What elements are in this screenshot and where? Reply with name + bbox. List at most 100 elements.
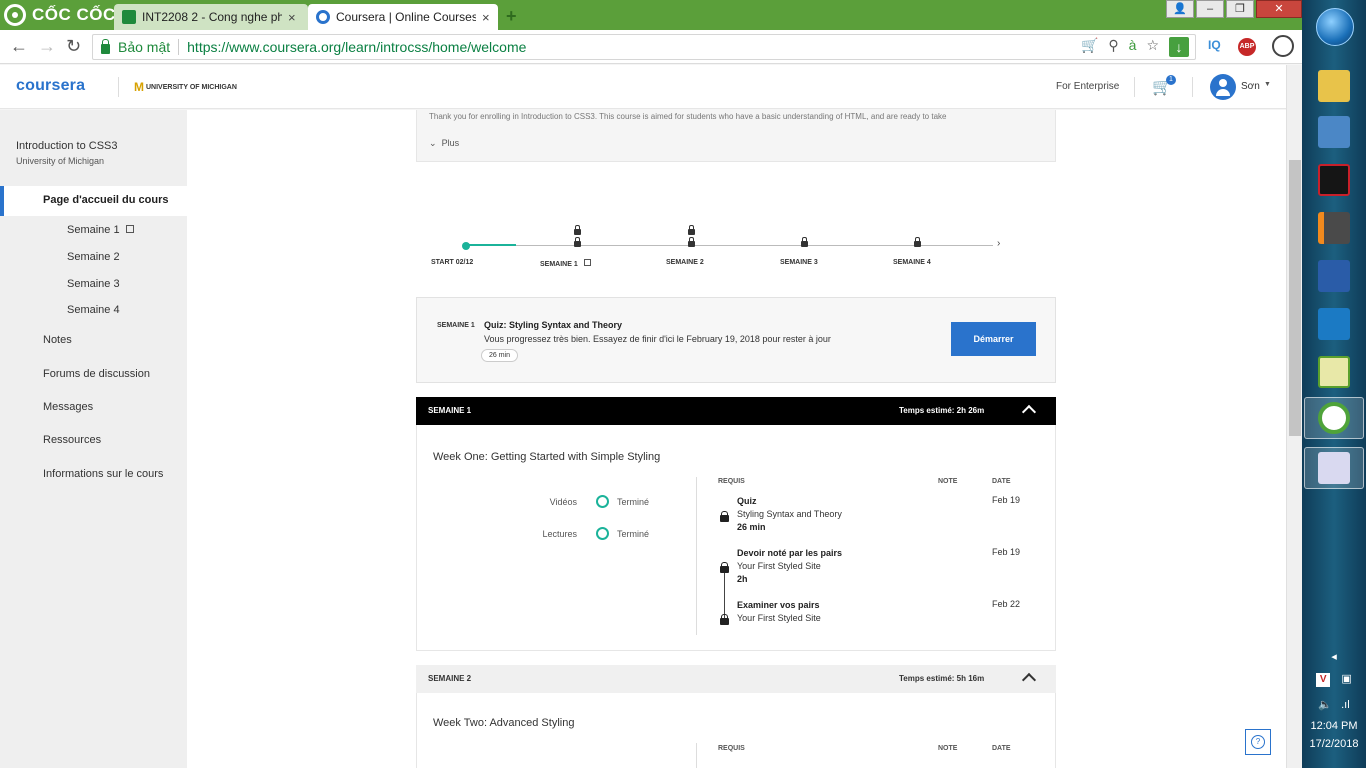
adblock-icon[interactable]: ABP bbox=[1238, 38, 1256, 56]
network-signal-icon[interactable]: .ıl bbox=[1341, 699, 1350, 711]
clock-date[interactable]: 17/2/2018 bbox=[1302, 738, 1366, 750]
tray-apps: V ▣ bbox=[1302, 672, 1366, 687]
column-date: DATE bbox=[992, 745, 1011, 752]
restore-icon[interactable]: ❐ bbox=[1226, 0, 1254, 18]
sidebar-item-week-2[interactable]: Semaine 2 bbox=[67, 251, 120, 263]
close-icon[interactable]: × bbox=[482, 10, 490, 25]
computer-icon[interactable] bbox=[1318, 116, 1350, 148]
sidebar-item-forums[interactable]: Forums de discussion bbox=[43, 368, 150, 380]
windows-start-icon[interactable] bbox=[1316, 8, 1354, 46]
tray-system: 🔈 .ıl bbox=[1302, 698, 1366, 711]
shopping-cart-icon[interactable]: 🛒 bbox=[1081, 37, 1098, 57]
sidebar-item-messages[interactable]: Messages bbox=[43, 401, 93, 413]
translate-icon[interactable]: à bbox=[1129, 37, 1137, 57]
coursera-favicon-icon bbox=[316, 10, 330, 24]
requirement-peer-assignment[interactable]: Devoir noté par les pairs Your First Sty… bbox=[737, 548, 842, 584]
week-2-header[interactable]: SEMAINE 2 Temps estimé: 5h 16m bbox=[416, 665, 1056, 693]
notepadpp-icon[interactable] bbox=[1318, 356, 1350, 388]
lock-icon bbox=[801, 237, 808, 247]
lock-icon bbox=[688, 237, 695, 247]
sidebar-item-course-info[interactable]: Informations sur le cours bbox=[43, 468, 163, 480]
tab-coursera[interactable]: Coursera | Online Courses × bbox=[308, 4, 498, 30]
coursera-logo[interactable]: coursera bbox=[16, 77, 85, 95]
zoom-icon[interactable]: ⚲ bbox=[1108, 37, 1118, 57]
sidebar-item-week-4[interactable]: Semaine 4 bbox=[67, 304, 120, 316]
page-scrollbar[interactable] bbox=[1286, 65, 1302, 768]
timeline-start-label: START 02/12 bbox=[431, 259, 474, 266]
device-icon[interactable]: ▣ bbox=[1341, 673, 1351, 685]
timeline-week-4[interactable]: SEMAINE 4 bbox=[893, 259, 931, 266]
calendar-icon bbox=[583, 259, 591, 266]
paint-icon[interactable] bbox=[1318, 452, 1350, 484]
requirement-quiz[interactable]: Quiz Styling Syntax and Theory 26 min bbox=[737, 496, 842, 532]
timeline-start-dot bbox=[462, 242, 470, 250]
week-2-title: Week Two: Advanced Styling bbox=[433, 717, 575, 729]
reload-icon[interactable]: ↻ bbox=[66, 36, 81, 57]
week-2-body: Week Two: Advanced Styling REQUIS NOTE D… bbox=[416, 693, 1056, 768]
course-university: University of Michigan bbox=[16, 156, 105, 166]
tab-sheets[interactable]: INT2208 2 - Cong nghe ph × bbox=[114, 4, 308, 30]
sublime-text-icon[interactable] bbox=[1318, 212, 1350, 244]
lock-icon bbox=[720, 511, 729, 522]
show-more-link[interactable]: ⌄ Plus bbox=[429, 138, 459, 149]
course-title[interactable]: Introduction to CSS3 bbox=[16, 140, 118, 152]
address-toolbar: ← → ↻ Bảo mật https://www.coursera.org/l… bbox=[0, 30, 1302, 64]
window-close-icon[interactable]: ✕ bbox=[1256, 0, 1302, 18]
tray-expand-icon[interactable]: ◂ bbox=[1302, 650, 1366, 663]
sidebar-item-notes[interactable]: Notes bbox=[43, 334, 72, 346]
sidebar-item-home[interactable]: Page d'accueil du cours bbox=[0, 186, 187, 216]
chevron-down-icon: ⌄ bbox=[429, 138, 437, 148]
michigan-m-icon: M bbox=[134, 80, 144, 94]
vivaldi-icon[interactable]: V bbox=[1316, 673, 1331, 687]
sidebar-item-week-3[interactable]: Semaine 3 bbox=[67, 278, 120, 290]
vscode-icon[interactable] bbox=[1318, 308, 1350, 340]
url-text: https://www.coursera.org/learn/introcss/… bbox=[187, 39, 527, 55]
timeline-week-1[interactable]: SEMAINE 1 bbox=[540, 259, 591, 268]
url-input[interactable]: Bảo mật https://www.coursera.org/learn/i… bbox=[92, 34, 1196, 60]
scroll-thumb[interactable] bbox=[1289, 160, 1301, 436]
timeline-week-3[interactable]: SEMAINE 3 bbox=[780, 259, 818, 266]
timeline-next-icon[interactable]: › bbox=[997, 238, 1000, 249]
clock-time[interactable]: 12:04 PM bbox=[1302, 720, 1366, 732]
sidebar-item-week-1[interactable]: Semaine 1 bbox=[67, 224, 134, 236]
lock-icon bbox=[720, 614, 729, 625]
iq-extension-icon[interactable]: IQ bbox=[1208, 38, 1221, 52]
chevron-up-icon[interactable] bbox=[1021, 404, 1037, 420]
back-arrow-icon[interactable]: ← bbox=[10, 36, 28, 57]
help-button[interactable]: ? bbox=[1245, 729, 1271, 755]
garena-icon[interactable] bbox=[1318, 164, 1350, 196]
next-up-title[interactable]: Quiz: Styling Syntax and Theory bbox=[484, 320, 622, 330]
sidebar-item-resources[interactable]: Ressources bbox=[43, 434, 101, 446]
week-1-title: Week One: Getting Started with Simple St… bbox=[433, 451, 661, 463]
duration-pill: 26 min bbox=[481, 349, 519, 362]
lock-icon bbox=[574, 225, 581, 235]
coccoc-app-icon[interactable] bbox=[1318, 402, 1350, 434]
week-1-body: Week One: Getting Started with Simple St… bbox=[416, 425, 1056, 651]
star-icon[interactable]: ☆ bbox=[1146, 37, 1159, 57]
next-up-week: SEMAINE 1 bbox=[437, 322, 475, 329]
timeline-week-2[interactable]: SEMAINE 2 bbox=[666, 259, 704, 266]
chevron-up-icon[interactable] bbox=[1021, 672, 1037, 688]
start-button[interactable]: Démarrer bbox=[951, 322, 1036, 356]
close-icon[interactable]: × bbox=[288, 10, 296, 25]
dev-cpp-icon[interactable] bbox=[1318, 260, 1350, 292]
new-tab-button[interactable]: + bbox=[506, 6, 517, 27]
minimize-icon[interactable]: – bbox=[1196, 0, 1224, 18]
requirement-peer-review[interactable]: Examiner vos pairs Your First Styled Sit… bbox=[737, 600, 821, 623]
browser-tab-bar: CỐC CỐC INT2208 2 - Cong nghe ph × Cours… bbox=[0, 0, 1302, 30]
forward-arrow-icon[interactable]: → bbox=[38, 36, 56, 57]
user-icon[interactable]: 👤 bbox=[1166, 0, 1194, 18]
avatar[interactable] bbox=[1210, 74, 1236, 100]
caret-down-icon[interactable]: ▼ bbox=[1264, 81, 1271, 88]
user-name[interactable]: Sơn bbox=[1241, 81, 1260, 92]
for-enterprise-link[interactable]: For Enterprise bbox=[1056, 81, 1119, 92]
lock-icon bbox=[688, 225, 695, 235]
partner-logo[interactable]: M UNIVERSITY OF MICHIGAN bbox=[134, 80, 237, 94]
menu-ring-icon[interactable] bbox=[1272, 35, 1294, 57]
download-icon[interactable]: ↓ bbox=[1169, 37, 1189, 57]
file-explorer-icon[interactable] bbox=[1318, 70, 1350, 102]
week-1-header[interactable]: SEMAINE 1 Temps estimé: 2h 26m bbox=[416, 397, 1056, 425]
browser-brand[interactable]: CỐC CỐC bbox=[4, 4, 116, 26]
speaker-icon[interactable]: 🔈 bbox=[1318, 699, 1332, 711]
column-date: DATE bbox=[992, 478, 1011, 485]
